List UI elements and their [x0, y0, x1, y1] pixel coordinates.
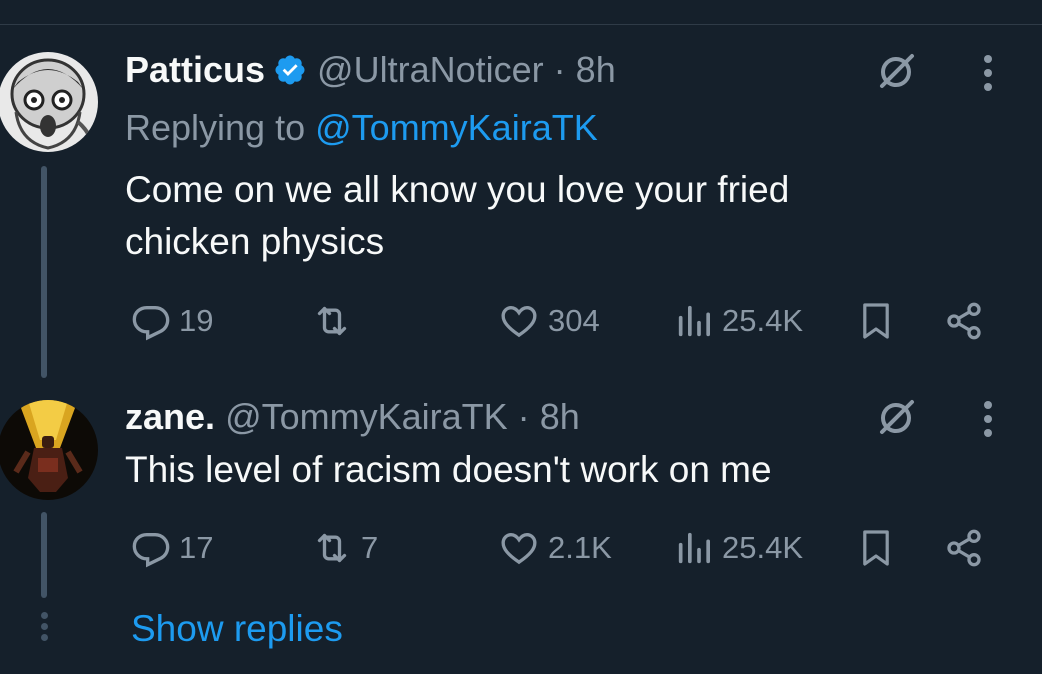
retweet-icon: [317, 533, 347, 563]
like-button[interactable]: 2.1K: [498, 528, 612, 568]
divider: [0, 24, 1042, 25]
views-icon: [678, 532, 710, 564]
heart-icon: [501, 532, 537, 565]
grok-icon[interactable]: [872, 48, 920, 96]
tweet-text-line: Come on we all know you love your fried: [125, 169, 790, 210]
verified-badge-icon: [273, 53, 307, 95]
avatar-patticus[interactable]: [0, 52, 98, 152]
share-icon[interactable]: [942, 301, 986, 341]
views-count: 25.4K: [722, 303, 804, 338]
retweet-button[interactable]: [311, 301, 361, 341]
thread-connector: [41, 512, 47, 598]
bookmark-icon[interactable]: [856, 528, 896, 568]
like-button[interactable]: 304: [498, 301, 600, 341]
replying-prefix: Replying to: [125, 107, 306, 148]
share-icon[interactable]: [942, 528, 986, 568]
thread-view: Patticus @UltraNoticer · 8h Replying to @…: [0, 0, 1042, 674]
more-options-icon[interactable]: [970, 50, 1006, 96]
reply-count: 19: [179, 303, 214, 338]
timestamp[interactable]: 8h: [540, 396, 580, 437]
more-options-icon[interactable]: [970, 396, 1006, 442]
reply-icon: [132, 306, 170, 341]
tweet-header: zane. @TommyKairaTK · 8h: [125, 397, 580, 437]
tweet-header: Patticus @UltraNoticer · 8h: [125, 50, 616, 90]
thread-connector: [41, 166, 47, 378]
heart-icon: [501, 305, 537, 338]
reply-button[interactable]: 17: [131, 528, 213, 568]
tweet-text-line: This level of racism doesn't work on me: [125, 449, 772, 490]
replying-mention-link[interactable]: @TommyKairaTK: [315, 107, 598, 148]
retweet-count: 7: [361, 530, 379, 565]
author-handle[interactable]: @UltraNoticer: [317, 49, 544, 90]
tweet-text-line: chicken physics: [125, 221, 385, 262]
separator: ·: [553, 49, 566, 90]
reply-button[interactable]: 19: [131, 301, 213, 341]
show-replies-link[interactable]: Show replies: [131, 606, 343, 652]
reply-icon: [132, 533, 170, 568]
grok-icon[interactable]: [872, 394, 920, 442]
tweet-text: This level of racism doesn't work on me: [125, 444, 945, 496]
author-name[interactable]: zane.: [125, 396, 215, 437]
views-count: 25.4K: [722, 530, 804, 565]
like-count: 304: [548, 303, 600, 338]
avatar-zane[interactable]: [0, 400, 98, 500]
replying-to: Replying to @TommyKairaTK: [125, 108, 598, 148]
thread-dots: [41, 612, 48, 645]
tweet-text: Come on we all know you love your fried …: [125, 164, 945, 268]
author-handle[interactable]: @TommyKairaTK: [225, 396, 508, 437]
bookmark-icon[interactable]: [856, 301, 896, 341]
views-button[interactable]: 25.4K: [674, 528, 803, 568]
author-name[interactable]: Patticus: [125, 49, 265, 90]
separator: ·: [517, 396, 530, 437]
like-count: 2.1K: [548, 530, 612, 565]
reply-count: 17: [179, 530, 214, 565]
views-button[interactable]: 25.4K: [674, 301, 803, 341]
views-icon: [678, 305, 710, 337]
timestamp[interactable]: 8h: [576, 49, 616, 90]
retweet-icon: [317, 306, 347, 336]
retweet-button[interactable]: 7: [311, 528, 378, 568]
